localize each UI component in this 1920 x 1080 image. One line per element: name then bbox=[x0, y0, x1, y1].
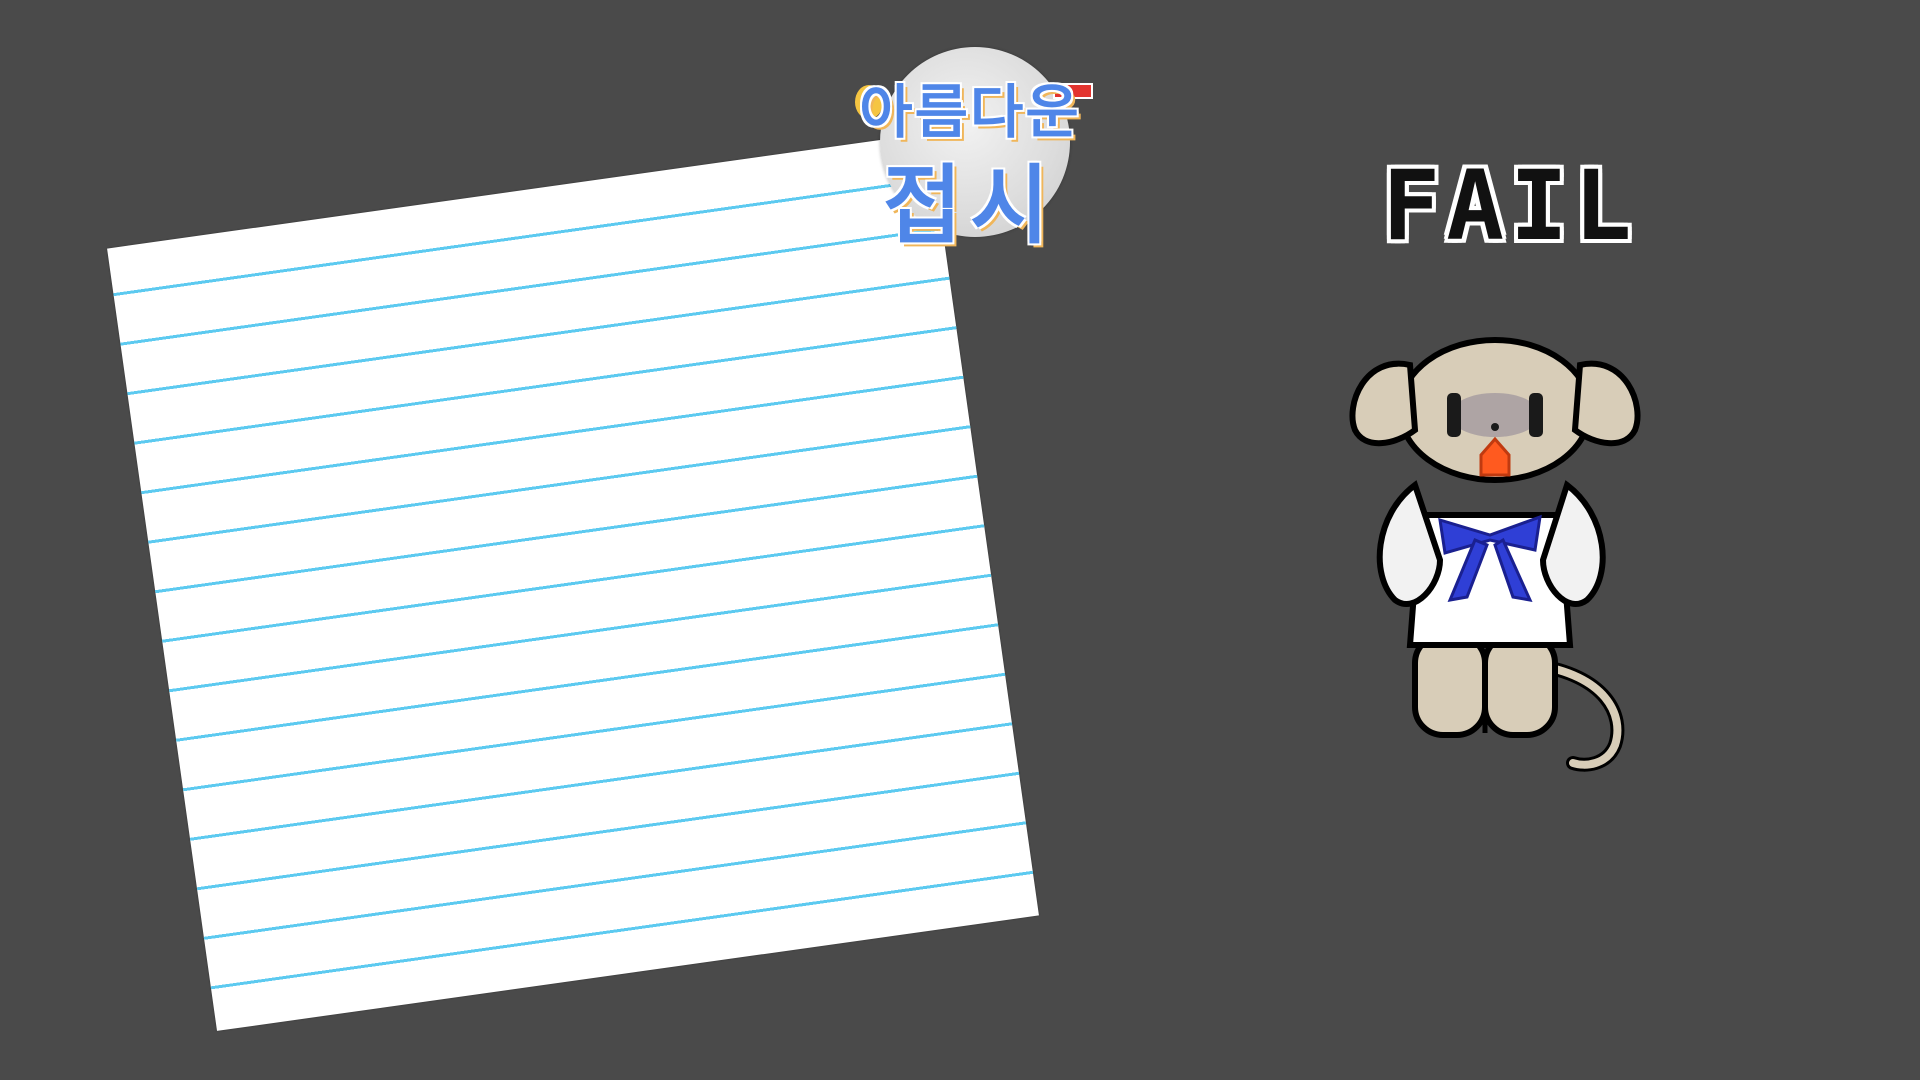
game-screen: 아름다운 접시 FAIL bbox=[0, 0, 1920, 1080]
logo-title-line2: 접시 bbox=[882, 156, 1058, 256]
fail-result-text: FAIL bbox=[1382, 150, 1638, 262]
crying-dog-character-icon bbox=[1345, 335, 1645, 785]
lined-paper bbox=[107, 133, 1039, 1031]
game-logo: 아름다운 접시 bbox=[835, 45, 1105, 256]
